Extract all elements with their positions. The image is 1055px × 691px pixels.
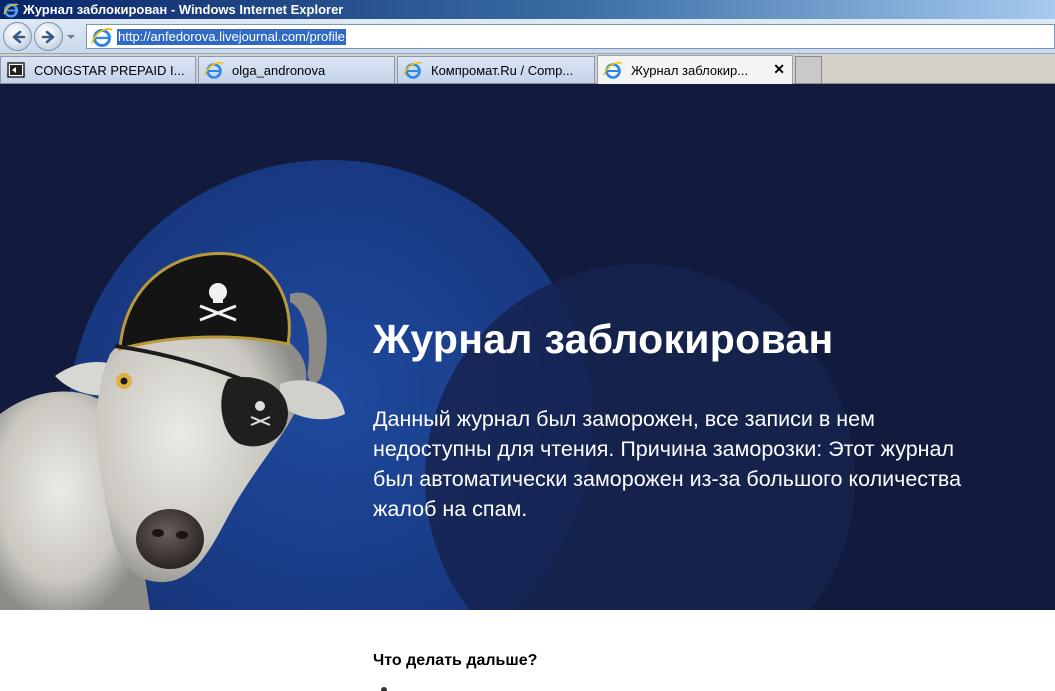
page-icon [7,62,25,78]
new-tab-button[interactable] [795,56,822,83]
list-bullet [373,684,433,691]
back-arrow-icon [12,30,25,43]
navigation-bar: http://anfedorova.livejournal.com/profil… [0,19,1055,54]
url-text[interactable]: http://anfedorova.livejournal.com/profil… [117,28,346,45]
ie-icon [204,61,224,79]
address-bar[interactable]: http://anfedorova.livejournal.com/profil… [86,24,1055,49]
tab-bar: CONGSTAR PREPAID I... olga_andronova Ком… [0,54,1055,84]
next-steps-heading: Что делать дальше? [373,652,538,669]
blocked-journal-hero: Журнал заблокирован Данный журнал был за… [0,84,1055,610]
tab-label: olga_andronova [232,62,326,78]
close-tab-icon[interactable]: ✕ [773,61,785,78]
ie-icon [403,61,423,79]
tab-label: CONGSTAR PREPAID I... [34,62,185,78]
ie-logo-icon [3,2,19,18]
tab-kompromat[interactable]: Компромат.Ru / Comp... [397,56,595,83]
tab-congstar[interactable]: CONGSTAR PREPAID I... [0,56,196,83]
tab-journal-blocked[interactable]: Журнал заблокир... ✕ [597,55,793,84]
forward-button[interactable] [34,22,63,51]
forward-arrow-icon [41,30,54,43]
block-reason-message: Данный журнал был заморожен, все записи … [373,407,962,521]
page-title: Журнал заблокирован [373,316,834,362]
tab-olga-andronova[interactable]: olga_andronova [198,56,395,83]
chevron-down-icon[interactable] [66,32,76,42]
tab-label: Компромат.Ru / Comp... [431,62,574,78]
window-title-bar: Журнал заблокирован - Windows Internet E… [0,0,1055,19]
next-steps-section: Что делать дальше? [0,610,1055,691]
back-button[interactable] [3,22,32,51]
ie-page-icon [91,27,113,47]
window-title: Журнал заблокирован - Windows Internet E… [23,2,344,17]
ie-icon [603,61,623,79]
tab-label: Журнал заблокир... [631,62,749,78]
